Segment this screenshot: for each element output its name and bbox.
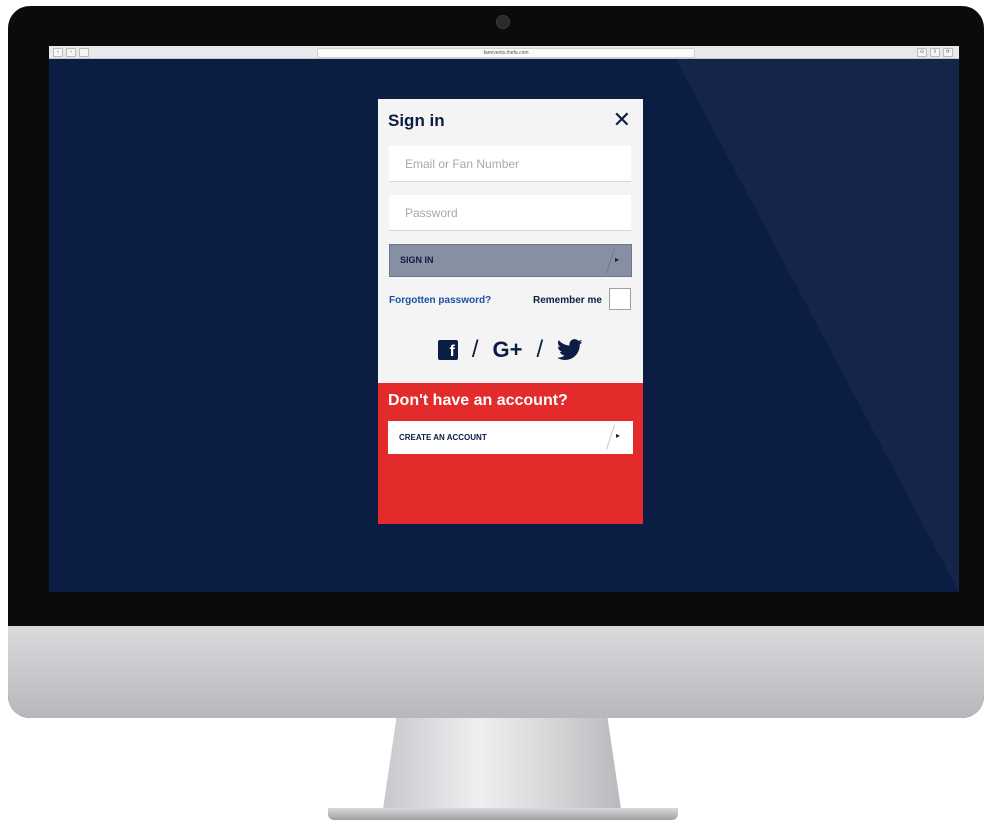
- create-account-section: Don't have an account? CREATE AN ACCOUNT…: [378, 383, 643, 524]
- browser-nav: ‹ ›: [53, 48, 89, 57]
- google-plus-icon[interactable]: G+: [493, 337, 523, 363]
- screen-glare: [669, 46, 959, 592]
- no-account-heading: Don't have an account?: [388, 392, 568, 409]
- reload-icon[interactable]: ⟳: [943, 48, 953, 57]
- create-account-label: CREATE AN ACCOUNT: [399, 433, 487, 442]
- arrow-right-icon: ▸: [615, 431, 620, 440]
- button-divider: [606, 248, 615, 274]
- monitor-stand-base: [328, 808, 678, 820]
- browser-actions: ⊙ ⇪ ⟳: [917, 48, 953, 57]
- sign-in-button[interactable]: SIGN IN ▸: [389, 244, 632, 277]
- sign-in-button-label: SIGN IN: [400, 255, 434, 265]
- back-button[interactable]: ‹: [53, 48, 63, 57]
- remember-me-checkbox[interactable]: [609, 288, 631, 310]
- share-icon[interactable]: ⇪: [930, 48, 940, 57]
- monitor-stand: [382, 718, 622, 816]
- arrow-right-icon: ▸: [614, 255, 619, 264]
- download-icon[interactable]: ⊙: [917, 48, 927, 57]
- twitter-icon[interactable]: [557, 339, 583, 361]
- screen: ‹ › fanevents.thefa.com ⊙ ⇪ ⟳ Sign in ✕ …: [49, 46, 959, 592]
- social-login-row: f / G+ /: [378, 335, 643, 365]
- address-bar[interactable]: fanevents.thefa.com: [317, 48, 695, 58]
- monitor-chin: [8, 626, 984, 718]
- forgot-password-link[interactable]: Forgotten password?: [389, 295, 491, 306]
- sidebar-icon[interactable]: [79, 48, 89, 57]
- forward-button[interactable]: ›: [66, 48, 76, 57]
- facebook-letter: f: [449, 343, 455, 360]
- social-separator: /: [536, 336, 544, 363]
- social-separator: /: [471, 336, 479, 363]
- email-field[interactable]: [389, 146, 631, 182]
- button-divider: [606, 424, 615, 450]
- modal-title: Sign in: [388, 111, 445, 130]
- sign-in-modal: Sign in ✕ SIGN IN ▸ Forgotten password? …: [378, 99, 643, 524]
- close-icon[interactable]: ✕: [613, 107, 631, 133]
- camera-icon: [496, 15, 510, 29]
- monitor: ‹ › fanevents.thefa.com ⊙ ⇪ ⟳ Sign in ✕ …: [8, 6, 984, 718]
- facebook-icon[interactable]: f: [437, 340, 458, 360]
- create-account-button[interactable]: CREATE AN ACCOUNT ▸: [388, 421, 633, 454]
- browser-toolbar: ‹ › fanevents.thefa.com ⊙ ⇪ ⟳: [49, 46, 959, 59]
- password-field[interactable]: [389, 195, 631, 231]
- remember-me-label: Remember me: [533, 295, 602, 306]
